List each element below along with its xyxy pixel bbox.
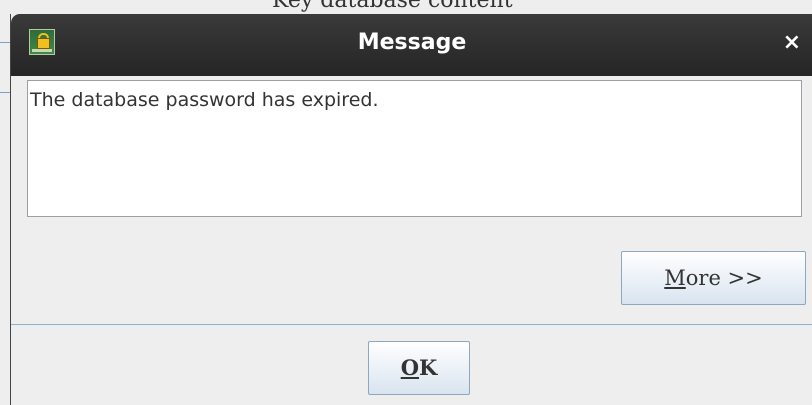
message-text-area[interactable]: The database password has expired.: [27, 80, 802, 217]
message-dialog: Message × The database password has expi…: [10, 14, 812, 405]
more-button-mnemonic: M: [664, 266, 686, 290]
dialog-title: Message: [357, 30, 467, 55]
ok-button-label: K: [419, 355, 438, 380]
ok-button[interactable]: OK: [368, 341, 470, 395]
more-button-label: ore >>: [685, 266, 763, 290]
ok-button-mnemonic: O: [400, 355, 420, 380]
message-text: The database password has expired.: [30, 89, 379, 111]
dialog-titlebar[interactable]: Message ×: [11, 14, 812, 76]
button-divider: [11, 324, 812, 325]
background-window-title: Key database content: [272, 0, 513, 13]
more-button[interactable]: More >>: [621, 251, 806, 305]
close-icon[interactable]: ×: [783, 32, 801, 54]
